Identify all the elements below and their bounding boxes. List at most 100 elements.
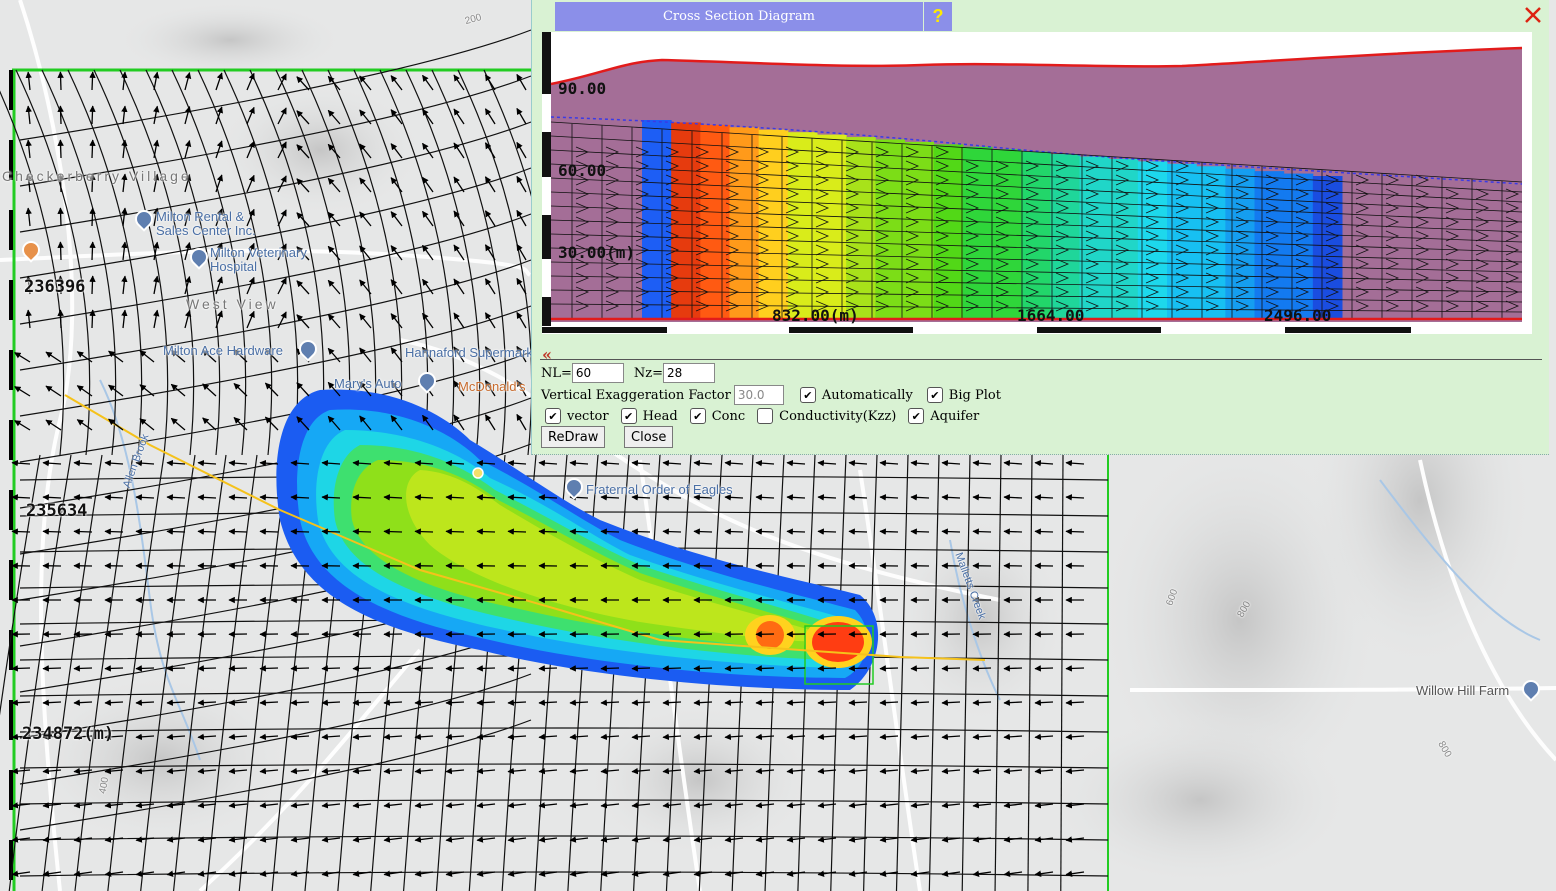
x-tick-label: 2496.00 (1264, 306, 1331, 325)
velocity-arrow (724, 528, 744, 535)
concentration-cell (1312, 176, 1343, 319)
velocity-arrow (1065, 528, 1085, 535)
velocity-arrow (1003, 665, 1023, 672)
redraw-button[interactable]: ReDraw (541, 426, 606, 448)
x-axis-bar (542, 326, 1532, 334)
velocity-arrow (321, 528, 341, 535)
y-coordinate-label: 234872(m) (22, 724, 115, 744)
velocity-arrow (817, 528, 837, 535)
nz-input[interactable] (663, 363, 716, 383)
concentration-cell (700, 124, 730, 319)
velocity-arrow (507, 528, 527, 535)
velocity-arrow (445, 528, 465, 535)
vef-input[interactable] (733, 385, 784, 405)
place-label-vet[interactable]: Milton Veterinary Hospital (210, 246, 330, 274)
velocity-arrow (89, 309, 96, 329)
velocity-arrow (755, 528, 775, 535)
velocity-arrow (57, 241, 64, 261)
y-tick-label: 90.00 (558, 79, 606, 98)
panel-title-bar[interactable]: Cross Section Diagram (555, 2, 923, 31)
velocity-arrow (600, 528, 620, 535)
velocity-arrow (693, 528, 713, 535)
velocity-arrow (290, 665, 310, 672)
velocity-arrow (1065, 665, 1085, 672)
y-axis-bar (542, 32, 551, 334)
place-label-hardware[interactable]: Milton Ace Hardware (163, 343, 283, 358)
velocity-arrow (538, 665, 558, 672)
y-tick-label: 30.00(m) (558, 243, 635, 262)
concentration-cell (1225, 168, 1255, 319)
velocity-arrow (104, 528, 124, 535)
head-label: Head (642, 408, 678, 424)
well-marker[interactable] (472, 467, 484, 479)
velocity-arrow (631, 528, 651, 535)
velocity-arrow (259, 665, 279, 672)
nl-control: NL= Nz= (541, 363, 716, 383)
place-label-village: Checkerberry Village (2, 168, 192, 184)
velocity-arrow (57, 71, 64, 91)
velocity-arrow (135, 665, 155, 672)
concentration-cell (1254, 171, 1285, 319)
kzz-checkbox[interactable] (757, 408, 774, 424)
aquifer-checkbox[interactable]: ✔ (908, 408, 925, 424)
place-label-willow[interactable]: Willow Hill Farm (1416, 683, 1509, 698)
cross-section-plot[interactable]: 90.00 60.00 30.00(m) 832.00(m) 1664.00 2… (542, 32, 1532, 334)
kzz-label: Conductivity(Kzz) (779, 408, 897, 424)
velocity-arrow (57, 309, 64, 329)
velocity-arrow (197, 665, 217, 672)
help-button[interactable]: ? (924, 2, 952, 31)
cross-section-panel[interactable]: Cross Section Diagram ? 90.00 60.00 30.0… (531, 0, 1549, 455)
velocity-arrow (197, 528, 217, 535)
velocity-arrow (414, 665, 434, 672)
velocity-arrow (89, 241, 96, 261)
collapse-icon[interactable]: « (542, 345, 552, 364)
velocity-arrow (445, 665, 465, 672)
concentration-cell (787, 132, 818, 319)
velocity-arrow (1034, 528, 1054, 535)
velocity-arrow (662, 528, 682, 535)
place-label-eagles[interactable]: Fraternal Order of Eagles (586, 482, 733, 497)
y-coordinate-label: 235634 (26, 501, 88, 521)
velocity-arrow (321, 665, 341, 672)
auto-checkbox[interactable]: ✔ (799, 387, 816, 403)
velocity-arrow (89, 71, 96, 91)
place-label-mcd[interactable]: McDonald's (458, 379, 526, 394)
auto-label: Automatically (821, 387, 913, 403)
concentration-cell (846, 137, 876, 319)
close-icon[interactable] (1522, 4, 1544, 26)
velocity-arrow (817, 665, 837, 672)
velocity-arrow (848, 528, 868, 535)
big-plot-label: Big Plot (948, 387, 1001, 403)
velocity-arrow (42, 665, 62, 672)
vef-label: Vertical Exaggeration Factor (541, 387, 731, 403)
head-checkbox[interactable]: ✔ (620, 408, 637, 424)
vector-label: vector (567, 408, 609, 424)
velocity-arrow (89, 105, 96, 125)
velocity-arrow (135, 528, 155, 535)
x-tick-label: 832.00(m) (772, 306, 859, 325)
velocity-arrow (73, 528, 93, 535)
velocity-arrow (42, 528, 62, 535)
y-tick-label: 60.00 (558, 161, 606, 180)
conc-checkbox[interactable]: ✔ (689, 408, 706, 424)
nz-label: Nz= (633, 365, 664, 381)
velocity-arrow (73, 665, 93, 672)
place-label-hannaford[interactable]: Hannaford Supermarket (405, 345, 544, 360)
velocity-arrow (724, 665, 744, 672)
velocity-arrow (1034, 665, 1054, 672)
velocity-arrow (662, 665, 682, 672)
velocity-arrow (569, 528, 589, 535)
velocity-arrow (383, 528, 403, 535)
velocity-arrow (104, 665, 124, 672)
velocity-arrow (910, 665, 930, 672)
close-button[interactable]: Close (624, 426, 674, 448)
nl-input[interactable] (571, 363, 624, 383)
place-label-rental[interactable]: Milton Rental & Sales Center Inc. (156, 210, 266, 238)
big-plot-checkbox[interactable]: ✔ (926, 387, 943, 403)
velocity-arrow (786, 528, 806, 535)
place-label-marys[interactable]: Mary's Auto (334, 376, 402, 391)
vef-control: Vertical Exaggeration Factor ✔ Automatic… (541, 385, 1001, 405)
velocity-arrow (507, 665, 527, 672)
conc-label: Conc (711, 408, 746, 424)
vector-checkbox[interactable]: ✔ (545, 408, 561, 424)
